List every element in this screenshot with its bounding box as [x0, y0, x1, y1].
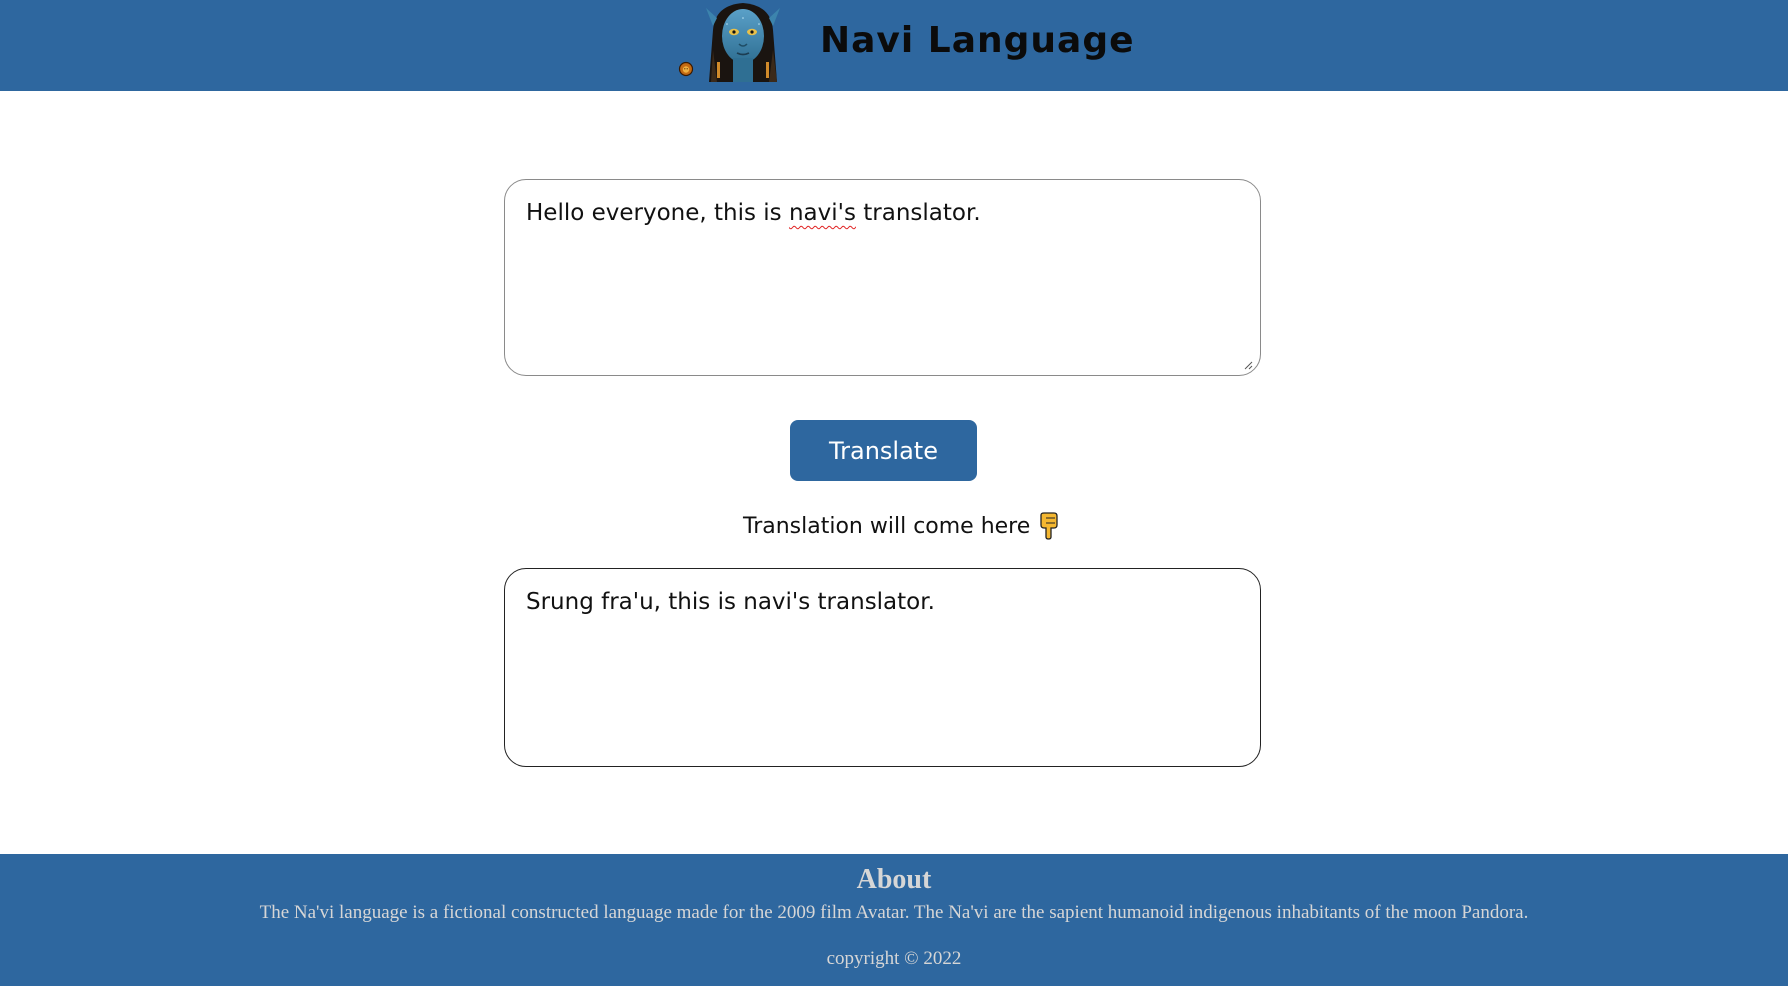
footer: About The Na'vi language is a fictional … [0, 854, 1788, 986]
source-text-input[interactable]: Hello everyone, this is navi's translato… [504, 179, 1261, 376]
about-text: The Na'vi language is a fictional constr… [259, 902, 1529, 923]
source-text-value: Hello everyone, this is navi's translato… [526, 200, 981, 226]
misspelled-word: navi's [788, 200, 856, 226]
pointing-down-hand-icon [1040, 512, 1058, 540]
header-bar: Navi Language [0, 0, 1788, 91]
translation-output-text: Srung fra'u, this is navi's translator. [526, 589, 935, 615]
copyright-text: copyright © 2022 [826, 948, 962, 969]
translation-hint: Translation will come here [743, 511, 1059, 541]
translation-hint-label: Translation will come here [743, 513, 1031, 539]
translation-output: Srung fra'u, this is navi's translator. [504, 568, 1261, 767]
lion-emblem-icon [678, 61, 694, 77]
about-title: About [856, 864, 932, 895]
navi-avatar-logo [703, 0, 783, 82]
translate-button[interactable]: Translate [790, 420, 977, 481]
resize-handle-icon[interactable] [1243, 360, 1253, 370]
page-title: Navi Language [820, 20, 1135, 61]
